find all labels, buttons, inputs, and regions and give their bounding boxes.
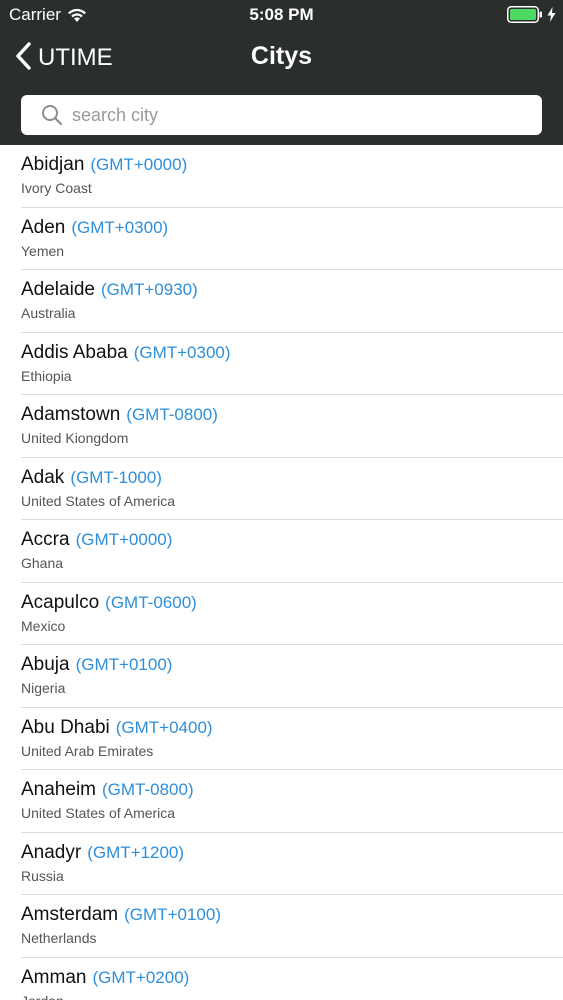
city-name: Amman — [21, 966, 87, 988]
city-name: Amsterdam — [21, 904, 119, 925]
city-country: Netherlands — [21, 930, 97, 946]
city-gmt-offset: (GMT-0600) — [105, 592, 197, 612]
search-input[interactable] — [72, 104, 512, 126]
city-title-line: Amsterdam (GMT+0100) — [21, 904, 221, 926]
city-gmt-offset: (GMT+0300) — [133, 342, 231, 362]
city-title-line: Amman (GMT+0200) — [21, 967, 189, 989]
city-gmt-offset: (GMT+1200) — [87, 842, 185, 862]
city-gmt-offset: (GMT+0300) — [71, 217, 169, 237]
city-gmt-offset: (GMT+0000) — [75, 530, 173, 549]
city-row[interactable]: Acapulco (GMT-0600) Mexico — [0, 583, 563, 646]
city-country: Ethiopia — [21, 367, 72, 384]
city-country: Nigeria — [21, 680, 66, 696]
city-title-line: Accra (GMT+0000) — [21, 529, 172, 551]
city-title-line: Adamstown (GMT-0800) — [21, 404, 218, 426]
city-country: United Kiongdom — [21, 430, 129, 446]
city-name: Abuja — [21, 654, 70, 675]
city-list: Abidjan (GMT+0000) Ivory Coast Aden (GMT+030… — [0, 145, 563, 1000]
city-country: Yemen — [21, 242, 65, 259]
city-country: Jordan — [21, 993, 64, 1000]
header: Carrier 5:08 PM UTIME Citys search city — [0, 0, 563, 145]
city-name: Adelaide — [21, 279, 95, 300]
city-title-line: Adelaide (GMT+0930) — [21, 279, 198, 301]
city-row[interactable]: Accra (GMT+0000) Ghana — [0, 520, 563, 583]
city-gmt-offset: (GMT+0200) — [92, 967, 190, 987]
city-gmt-offset: (GMT+0930) — [100, 280, 198, 299]
city-title-line: Aden (GMT+0300) — [21, 217, 168, 239]
city-title-line: Acapulco (GMT-0600) — [21, 592, 197, 614]
battery-group — [507, 6, 556, 28]
city-country: Mexico — [21, 617, 66, 634]
city-gmt-offset: (GMT+0100) — [124, 905, 221, 924]
search-icon — [40, 103, 64, 127]
city-name: Anadyr — [21, 841, 82, 863]
city-title-line: Abidjan (GMT+0000) — [21, 154, 187, 176]
city-title-line: Anaheim (GMT-0800) — [21, 779, 194, 801]
navigation-bar: UTIME Citys — [0, 36, 563, 80]
city-row[interactable]: Adelaide (GMT+0930) Australia — [0, 270, 563, 333]
city-name: Acapulco — [21, 591, 100, 613]
city-country: United States of America — [21, 492, 176, 509]
search-bar[interactable] — [21, 95, 542, 135]
city-country: United States of America — [21, 805, 176, 821]
battery-icon — [507, 6, 543, 28]
city-gmt-offset: (GMT+0000) — [90, 155, 188, 174]
city-name: Accra — [21, 529, 70, 550]
city-name: Abu Dhabi — [21, 716, 110, 738]
city-gmt-offset: (GMT-1000) — [70, 467, 162, 487]
status-time: 5:08 PM — [249, 5, 314, 24]
city-gmt-offset: (GMT-0800) — [102, 780, 194, 799]
city-name: Abidjan — [21, 154, 85, 175]
city-name: Adamstown — [21, 404, 121, 425]
page-title: Citys — [250, 42, 313, 70]
city-name: Adak — [21, 466, 65, 488]
city-row[interactable]: Abu Dhabi (GMT+0400) United Arab Emirates — [0, 708, 563, 771]
city-row[interactable]: Adamstown (GMT-0800) United Kiongdom — [0, 395, 563, 458]
city-gmt-offset: (GMT+0100) — [75, 655, 173, 674]
city-country: Ghana — [21, 555, 64, 571]
city-title-line: Abuja (GMT+0100) — [21, 654, 172, 676]
city-row[interactable]: Addis Ababa (GMT+0300) Ethiopia — [0, 333, 563, 396]
city-country: Australia — [21, 305, 76, 321]
city-title-line: Adak (GMT-1000) — [21, 467, 162, 489]
city-row[interactable]: Abidjan (GMT+0000) Ivory Coast — [0, 145, 563, 208]
city-row[interactable]: Aden (GMT+0300) Yemen — [0, 208, 563, 271]
charging-bolt-icon — [547, 7, 556, 27]
city-title-line: Abu Dhabi (GMT+0400) — [21, 717, 213, 739]
city-country: United Arab Emirates — [21, 742, 154, 759]
city-title-line: Anadyr (GMT+1200) — [21, 842, 184, 864]
city-name: Aden — [21, 216, 66, 238]
city-row[interactable]: Abuja (GMT+0100) Nigeria — [0, 645, 563, 708]
city-gmt-offset: (GMT-0800) — [126, 405, 218, 424]
city-row[interactable]: Anaheim (GMT-0800) United States of Americ… — [0, 770, 563, 833]
city-country: Ivory Coast — [21, 180, 92, 196]
city-name: Anaheim — [21, 779, 96, 800]
city-country: Russia — [21, 867, 64, 884]
city-row[interactable]: Amman(GMT+0200) Jordan — [0, 958, 563, 1000]
status-bar: Carrier 5:08 PM — [0, 0, 563, 30]
city-row[interactable]: Anadyr (GMT+1200) Russia — [0, 833, 563, 896]
city-row[interactable]: Amsterdam (GMT+0100) Netherlands — [0, 895, 563, 958]
city-title-line: Addis Ababa (GMT+0300) — [21, 342, 231, 364]
city-gmt-offset: (GMT+0400) — [115, 717, 213, 737]
city-name: Addis Ababa — [21, 341, 128, 363]
city-row[interactable]: Adak (GMT-1000) United States of America — [0, 458, 563, 521]
